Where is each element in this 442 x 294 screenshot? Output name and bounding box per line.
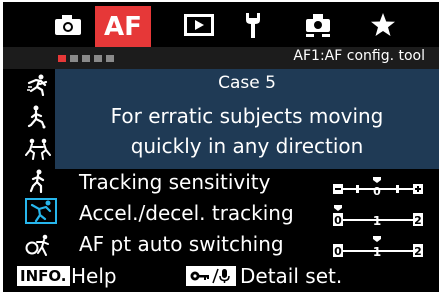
tab-custom-functions[interactable] [300,10,336,40]
case6-icon [25,234,49,256]
scale-label-end: 2 [414,214,422,227]
case1-icon [27,74,48,96]
scale-pointer [373,177,381,183]
tab-af[interactable]: AF [95,6,151,48]
scale-label-center: 0 [373,185,381,197]
detail-set-label: Detail set. [240,264,343,288]
star-icon [371,13,395,36]
wrench-icon [246,13,260,38]
page-indicator [58,55,114,62]
case3-icon [25,138,51,160]
custom-function-icon [306,14,330,37]
case-1-button[interactable] [23,71,53,99]
case-3-button[interactable] [23,135,53,163]
menu-title: AF1:AF config. tool [293,48,425,64]
tab-bar: AF [3,2,439,48]
page-dot [94,55,102,62]
info-button-label[interactable]: INFO. [17,266,70,286]
tab-my-menu[interactable] [365,10,401,40]
case-4-button[interactable] [23,167,53,195]
tab-setup[interactable] [238,10,268,40]
setting-row-af-pt-auto-switching[interactable]: AF pt auto switching 0 1 2 [55,229,439,259]
key-mic-icon [190,268,230,284]
case-5-button[interactable] [25,198,57,224]
setting-row-accel-decel-tracking[interactable]: Accel./decel. tracking 0 1 2 [55,198,439,228]
tab-af-label: AF [104,12,142,42]
camera-menu-screen: AF AF1:AF config. tool Case 5 For errati… [3,2,439,292]
case-description-panel: Case 5 For erratic subjects moving quick… [55,69,439,169]
scale-label-center: 1 [373,245,381,259]
tab-shooting[interactable] [48,10,88,40]
setting-label: AF pt auto switching [79,232,284,256]
page-dot [106,55,114,62]
page-dot [82,55,90,62]
page-dot [58,55,66,62]
scale-label-end: 2 [414,245,422,258]
af-pt-auto-switching-scale: 0 1 2 [333,236,423,259]
lock-button-label[interactable] [186,266,236,286]
tab-playback[interactable] [179,10,219,40]
case2-icon [27,105,46,129]
accel-decel-tracking-scale: 0 1 2 [333,205,423,228]
case-title: Case 5 [218,73,276,93]
case-6-button[interactable] [23,231,53,259]
playback-icon [184,14,214,36]
scale-pointer [334,205,342,211]
setting-label: Tracking sensitivity [79,170,271,194]
help-label: Help [71,264,117,288]
scale-label-start: 0 [334,214,342,227]
case-description-line-2: quickly in any direction [130,134,364,158]
scale-pointer [373,236,381,242]
tracking-sensitivity-scale: 0 [333,177,423,197]
case-2-button[interactable] [23,103,53,131]
case5-icon [30,200,52,222]
setting-label: Accel./decel. tracking [79,201,294,225]
setting-row-tracking-sensitivity[interactable]: Tracking sensitivity 0 [55,167,439,197]
camera-icon [55,15,81,35]
footer-hints: INFO. Help Detail set. [3,260,439,292]
scale-label-center: 1 [373,214,381,228]
case-description-line-1: For erratic subjects moving [110,104,384,128]
page-indicator-row: AF1:AF config. tool [3,47,439,69]
page-dot [70,55,78,62]
case-description: For erratic subjects moving quickly in a… [55,101,439,161]
scale-label-start: 0 [334,245,342,258]
case4-icon [29,169,45,193]
